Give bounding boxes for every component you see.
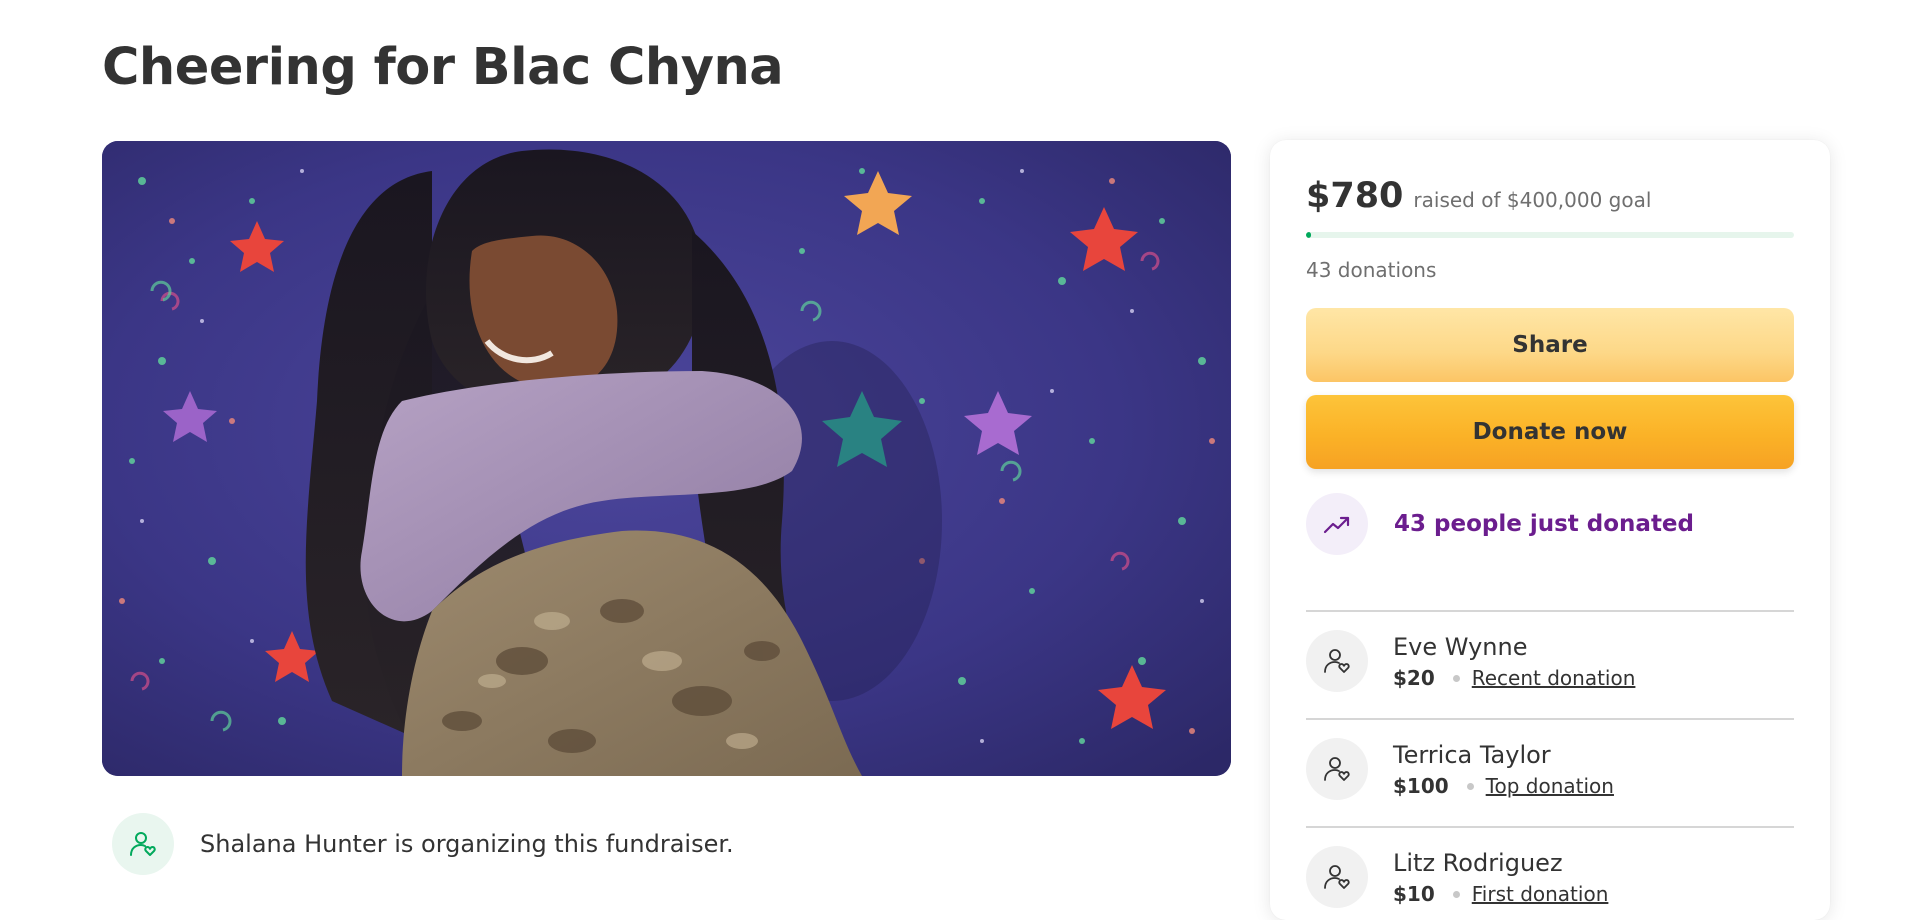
person-heart-icon xyxy=(112,813,174,875)
donation-amount: $10 xyxy=(1393,882,1435,906)
donation-amount: $20 xyxy=(1393,666,1435,690)
fundraiser-hero-image[interactable] xyxy=(102,141,1231,776)
divider xyxy=(1306,610,1794,612)
donation-type-link[interactable]: Top donation xyxy=(1486,774,1614,798)
donate-now-button[interactable]: Donate now xyxy=(1306,395,1794,469)
separator-dot xyxy=(1466,782,1474,790)
divider xyxy=(1306,718,1794,720)
recent-donations-text: 43 people just donated xyxy=(1394,511,1694,537)
separator-dot xyxy=(1452,674,1460,682)
progress-bar xyxy=(1306,232,1794,238)
raised-amount: $780 xyxy=(1306,176,1404,216)
donor-item: Terrica Taylor $100 Top donation xyxy=(1306,738,1614,800)
donation-type-link[interactable]: First donation xyxy=(1472,882,1609,906)
donor-name: Eve Wynne xyxy=(1393,633,1528,661)
raised-goal-label: raised of $400,000 goal xyxy=(1413,188,1652,212)
donation-panel: $780 raised of $400,000 goal 43 donation… xyxy=(1270,140,1830,920)
person-heart-icon xyxy=(1306,846,1368,908)
separator-dot xyxy=(1452,890,1460,898)
page-title: Cheering for Blac Chyna xyxy=(102,38,784,97)
progress-fill xyxy=(1306,232,1311,238)
donation-amount: $100 xyxy=(1393,774,1449,798)
organizer-row: Shalana Hunter is organizing this fundra… xyxy=(112,813,734,875)
share-button[interactable]: Share xyxy=(1306,308,1794,382)
donor-name: Litz Rodriguez xyxy=(1393,849,1563,877)
donor-item: Litz Rodriguez $10 First donation xyxy=(1306,846,1608,908)
organizer-text: Shalana Hunter is organizing this fundra… xyxy=(200,830,734,858)
hero-illustration xyxy=(102,141,1231,776)
recent-activity-row[interactable]: 43 people just donated xyxy=(1306,493,1694,555)
trending-up-icon xyxy=(1306,493,1368,555)
donation-type-link[interactable]: Recent donation xyxy=(1472,666,1636,690)
donations-count: 43 donations xyxy=(1306,258,1437,282)
donor-item: Eve Wynne $20 Recent donation xyxy=(1306,630,1635,692)
person-heart-icon xyxy=(1306,738,1368,800)
raised-summary: $780 raised of $400,000 goal xyxy=(1306,176,1651,216)
divider xyxy=(1306,826,1794,828)
donor-name: Terrica Taylor xyxy=(1393,741,1551,769)
person-heart-icon xyxy=(1306,630,1368,692)
